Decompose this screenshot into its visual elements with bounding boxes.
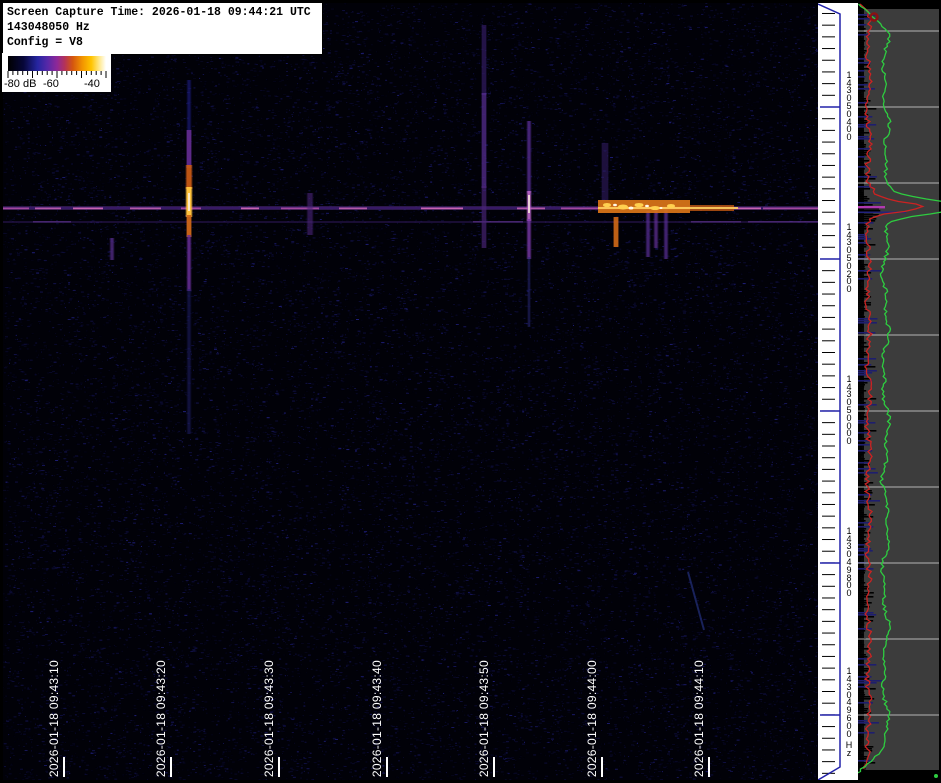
- spectrum-panel: [858, 0, 941, 783]
- screen-capture: Screen Capture Time: 2026-01-18 09:44:21…: [0, 0, 941, 783]
- capture-info-box: Screen Capture Time: 2026-01-18 09:44:21…: [2, 2, 323, 55]
- db-label-mid: -60: [43, 78, 59, 90]
- frequency-axis-label: 143049800: [843, 528, 855, 598]
- time-axis-label: 2026-01-18 09:43:50: [477, 660, 491, 777]
- center-frequency-text: 143048050 Hz: [7, 20, 318, 35]
- frequency-axis-label: 143050400: [843, 72, 855, 142]
- time-axis-tick: [493, 757, 495, 777]
- time-axis-label: 2026-01-18 09:43:30: [262, 660, 276, 777]
- frequency-axis: 143050400 143050200 143050000 143049800 1430…: [818, 3, 858, 780]
- frequency-axis-label: 143050000: [843, 376, 855, 446]
- time-axis-tick: [708, 757, 710, 777]
- color-gradient-bar: [8, 56, 106, 71]
- time-axis-label: 2026-01-18 09:43:40: [370, 660, 384, 777]
- time-axis-tick: [601, 757, 603, 777]
- config-text: Config = V8: [7, 35, 318, 50]
- db-label-min: -80 dB: [4, 78, 36, 90]
- time-axis-tick: [170, 757, 172, 777]
- time-axis-tick: [278, 757, 280, 777]
- time-axis-label: 2026-01-18 09:44:10: [692, 660, 706, 777]
- capture-time-text: Screen Capture Time: 2026-01-18 09:44:21…: [7, 5, 318, 20]
- db-label-max: -40: [84, 78, 100, 90]
- time-axis-tick: [386, 757, 388, 777]
- frequency-axis-label: 143049600Hz: [843, 668, 855, 758]
- frequency-axis-label: 143050200: [843, 224, 855, 294]
- time-axis-label: 2026-01-18 09:43:20: [154, 660, 168, 777]
- time-axis-label: 2026-01-18 09:44:00: [585, 660, 599, 777]
- time-axis-tick: [63, 757, 65, 777]
- intensity-scale-legend: -80 dB -60 -40: [2, 53, 111, 92]
- time-axis-label: 2026-01-18 09:43:10: [47, 660, 61, 777]
